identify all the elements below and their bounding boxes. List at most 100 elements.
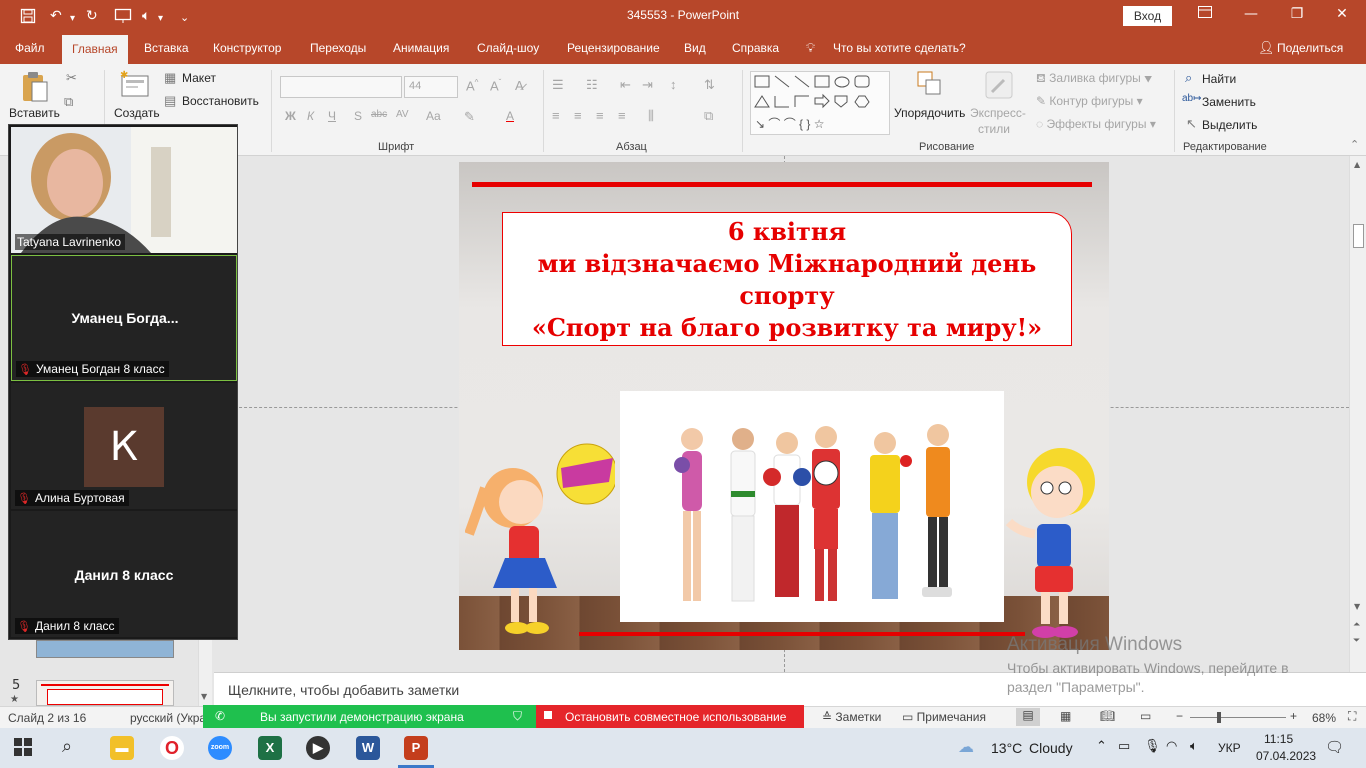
text-direction-icon[interactable]: ⇅ (704, 77, 715, 93)
tab-insert[interactable]: Вставка (144, 41, 189, 55)
share-button[interactable]: Поделиться (1277, 41, 1343, 55)
slide-canvas[interactable]: 6 квітня ми відзначаємо Міжнародний день… (459, 162, 1109, 650)
align-right-icon[interactable]: ≡ (596, 108, 604, 123)
speaker-icon[interactable]: 🔈︎ (1190, 738, 1198, 754)
next-slide-icon[interactable]: ⏷ (1353, 636, 1360, 646)
normal-view-icon[interactable]: ▤ (1016, 708, 1040, 726)
scroll-up-icon[interactable]: ▲ (1354, 160, 1360, 169)
powerpoint-icon[interactable]: P (404, 736, 428, 760)
media-player-icon[interactable]: ▶ (306, 736, 330, 760)
font-family-combo[interactable] (280, 76, 402, 98)
slideshow-view-icon[interactable]: ▭ (1140, 709, 1151, 723)
login-button[interactable]: Вход (1123, 6, 1172, 26)
quick-styles-label-2[interactable]: стили (978, 122, 1010, 136)
shape-effects-button[interactable]: ◌ Эффекты фигуры ▾ (1036, 117, 1156, 131)
arrange-icon[interactable] (916, 70, 944, 101)
paste-label[interactable]: Вставить (9, 106, 60, 120)
numbering-icon[interactable]: ☷ (586, 77, 598, 93)
input-language[interactable]: УКР (1218, 741, 1241, 755)
kids-sports-photo[interactable] (620, 391, 1004, 622)
slide-thumbnail-4[interactable] (36, 640, 174, 658)
notifications-icon[interactable]: 🗨︎ (1325, 738, 1344, 756)
minimize-icon[interactable]: — (1236, 6, 1266, 22)
zoom-slider-thumb[interactable] (1217, 712, 1221, 723)
bullets-icon[interactable]: ☰ (552, 77, 564, 93)
tab-slideshow[interactable]: Слайд-шоу (477, 41, 539, 55)
cloud-icon[interactable]: ☁ (958, 737, 974, 757)
battery-icon[interactable]: ▭ (1118, 738, 1130, 754)
font-color-button[interactable]: A (506, 109, 514, 123)
find-button[interactable]: Найти (1202, 72, 1236, 86)
previous-slide-icon[interactable]: ⏶ (1353, 620, 1360, 630)
participant-tile[interactable]: Данил 8 класс 🎙︎ Данил 8 класс (11, 511, 237, 637)
wifi-icon[interactable]: ◠ (1166, 738, 1177, 754)
reset-button[interactable]: Восстановить (182, 94, 259, 108)
tell-me-search[interactable]: Что вы хотите сделать? (833, 41, 966, 55)
align-center-icon[interactable]: ≡ (574, 108, 582, 123)
participant-tile[interactable]: К 🎙︎ Алина Буртовая (11, 383, 237, 509)
notes-toggle[interactable]: ≙ Заметки (822, 710, 881, 724)
word-icon[interactable]: W (356, 736, 380, 760)
line-spacing-icon[interactable]: ↕ (670, 77, 677, 92)
grow-font-icon[interactable]: A^ (466, 78, 478, 93)
layout-button[interactable]: Макет (182, 71, 216, 85)
align-left-icon[interactable]: ≡ (552, 108, 560, 123)
cut-icon[interactable]: ✂︎ (66, 70, 77, 86)
change-case-button[interactable]: Aa (426, 109, 441, 123)
zoom-slider[interactable] (1190, 717, 1286, 718)
clock-date[interactable]: 07.04.2023 (1256, 749, 1316, 763)
clear-format-icon[interactable]: A̷ (515, 78, 524, 93)
select-button[interactable]: Выделить (1202, 118, 1257, 132)
strikethrough-button[interactable]: abc (371, 109, 387, 120)
tab-transitions[interactable]: Переходы (310, 41, 366, 55)
replace-button[interactable]: Заменить (1202, 95, 1256, 109)
highlight-icon[interactable]: ✎ (464, 109, 475, 125)
arrange-button[interactable]: Упорядочить (894, 106, 965, 120)
stop-sharing-button[interactable]: Остановить совместное использование (536, 705, 804, 728)
fit-to-window-icon[interactable]: ⛶ (1348, 709, 1356, 724)
excel-icon[interactable]: X (258, 736, 282, 760)
language-indicator[interactable]: русский (Укра (130, 711, 206, 725)
quick-styles-icon[interactable] (984, 70, 1014, 103)
justify-icon[interactable]: ≡ (618, 108, 626, 123)
restore-icon[interactable]: ❐ (1282, 6, 1312, 22)
zoom-icon[interactable]: zoom (208, 736, 232, 760)
file-explorer-icon[interactable]: ▬ (110, 736, 134, 760)
scroll-down-icon[interactable]: ▼ (201, 692, 207, 701)
opera-icon[interactable]: O (160, 736, 184, 760)
decrease-indent-icon[interactable]: ⇤ (620, 77, 631, 93)
shapes-gallery[interactable]: ↘ ⌒ ⌒ { } ☆ (750, 71, 890, 135)
slide-thumbnail-5[interactable] (36, 680, 174, 706)
new-slide-icon[interactable]: ✱ (120, 70, 150, 103)
collapse-ribbon-icon[interactable]: ⌃ (1350, 138, 1359, 151)
reading-view-icon[interactable]: 📖︎ (1100, 709, 1115, 723)
shape-fill-button[interactable]: ⛾ Заливка фигуры ▾ (1036, 71, 1152, 87)
bold-button[interactable]: Ж (285, 109, 296, 123)
tab-design[interactable]: Конструктор (213, 41, 281, 55)
italic-button[interactable]: К (307, 109, 314, 123)
notes-placeholder[interactable]: Щелкните, чтобы добавить заметки (228, 682, 459, 698)
shape-outline-button[interactable]: ✎ Контур фигуры ▾ (1036, 94, 1143, 108)
slide-title-box[interactable]: 6 квітня ми відзначаємо Міжнародний день… (502, 212, 1072, 346)
tab-view[interactable]: Вид (684, 41, 706, 55)
scroll-thumb[interactable] (1353, 224, 1364, 248)
new-slide-label[interactable]: Создать (114, 106, 160, 120)
ribbon-display-icon[interactable] (1190, 6, 1220, 22)
tab-file[interactable]: Файл (15, 41, 45, 55)
vertical-scrollbar[interactable]: ▲ ▼ ⏶ ⏷ (1349, 156, 1366, 672)
comments-toggle[interactable]: ▭ Примечания (902, 710, 986, 724)
start-icon[interactable] (14, 738, 32, 761)
shrink-font-icon[interactable]: Aˇ (490, 78, 501, 93)
tab-help[interactable]: Справка (732, 41, 779, 55)
clock-time[interactable]: 11:15 (1264, 732, 1293, 746)
weather-condition[interactable]: Cloudy (1029, 740, 1073, 756)
close-icon[interactable]: ✕ (1327, 6, 1357, 22)
search-icon[interactable]: ⌕ (62, 736, 72, 757)
tab-animation[interactable]: Анимация (393, 41, 449, 55)
font-size-combo[interactable]: 44 (404, 76, 458, 98)
columns-icon[interactable]: ⫼ (648, 108, 654, 124)
participant-tile[interactable]: Уманец Богда... 🎙︎ Уманец Богдан 8 класс (11, 255, 237, 381)
tab-home[interactable]: Главная (62, 35, 128, 64)
zoom-level[interactable]: 68% (1312, 711, 1336, 725)
participant-tile[interactable]: Tatyana Lavrinenko (11, 127, 237, 253)
